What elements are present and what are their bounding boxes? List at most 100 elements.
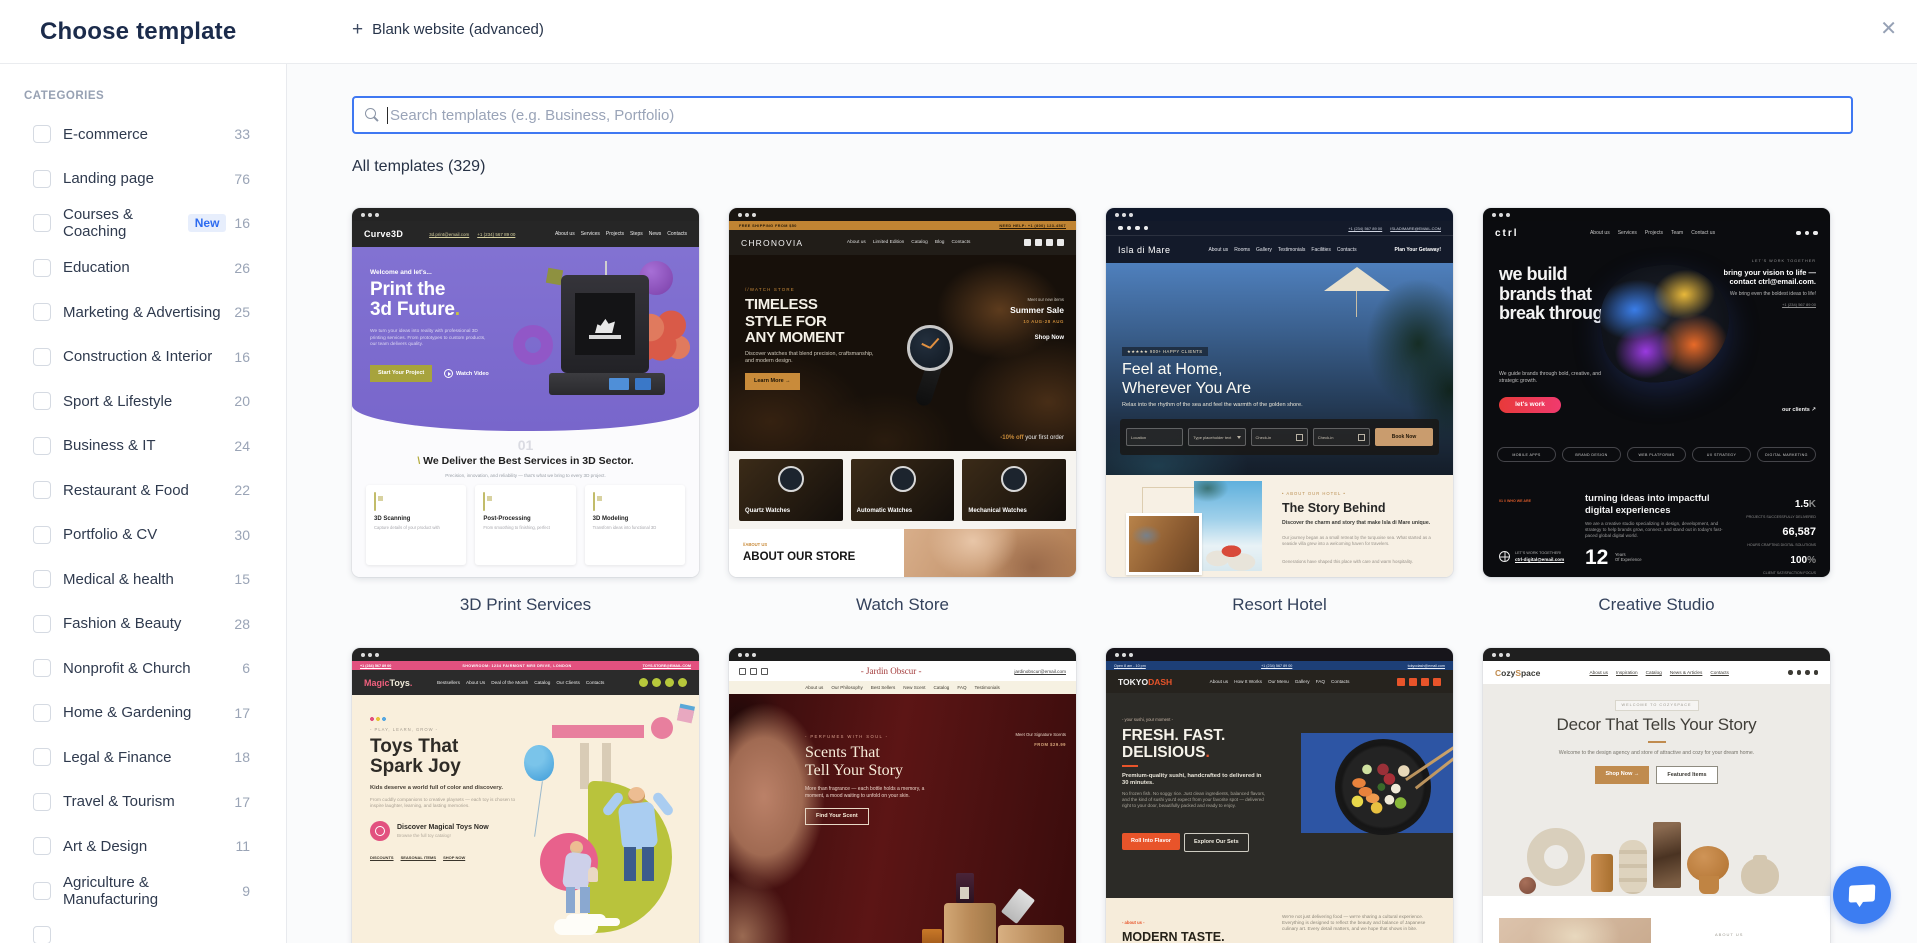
checkbox[interactable]	[33, 437, 51, 455]
booking-field-location: Location	[1126, 428, 1183, 446]
chat-widget-button[interactable]	[1833, 866, 1891, 924]
sidebar-item-fashion-beauty[interactable]: Fashion & Beauty28	[0, 602, 286, 647]
site-logo: CozySpace	[1495, 668, 1540, 678]
process-icon	[483, 492, 485, 511]
site-navbar: About usOur PhilosophyBest SellersNew Sc…	[729, 681, 1076, 694]
site-nav-links: About usServicesProjectsStepsNewsContact…	[555, 231, 687, 237]
template-cell: FREE SHIPPING FROM $50 NEED HELP: +1 (80…	[729, 208, 1076, 617]
decor-dots	[370, 717, 386, 721]
checkbox[interactable]	[33, 748, 51, 766]
hero-dark: //WATCH STORE TIMELESS STYLE FOR ANY MOM…	[729, 255, 1076, 451]
site-navbar: MagicToys. BestsellersAbout UsDeal of th…	[352, 670, 699, 695]
stat-satisfaction: 100% CLIENT SATISFACTION FOCUS	[1763, 549, 1816, 575]
template-card-3d-print-services[interactable]: Curve3D 3d.print@email.com +1 (234) 567 …	[352, 208, 699, 577]
sidebar-item-education[interactable]: Education26	[0, 246, 286, 291]
social-icons	[739, 668, 768, 675]
template-card-cozyspace[interactable]: CozySpace About usInspirationCatalogNews…	[1483, 648, 1830, 943]
book-now-button: Book Now	[1375, 428, 1433, 446]
sidebar-item-construction-interior[interactable]: Construction & Interior16	[0, 335, 286, 380]
template-card-resort-hotel[interactable]: +1 (234) 567 89 00 ISLADIMARE@EMAIL.COM …	[1106, 208, 1453, 577]
about-section: //ABOUT US ABOUT OUR STORE	[729, 529, 1076, 577]
hero-links: DISCOUNTSSEASONAL ITEMSSHOP NOW	[370, 855, 465, 860]
checkbox[interactable]	[33, 793, 51, 811]
sidebar-item-nonprofit-church[interactable]: Nonprofit & Church6	[0, 646, 286, 691]
blank-website-button[interactable]: + Blank website (advanced)	[352, 20, 544, 39]
template-grid: Curve3D 3d.print@email.com +1 (234) 567 …	[352, 208, 1830, 943]
template-title: 3D Print Services	[352, 593, 699, 617]
template-card-creative-studio[interactable]: ctrl About usServicesProjectsTeamContact…	[1483, 208, 1830, 577]
toy-icon	[370, 821, 390, 841]
checkbox[interactable]	[33, 392, 51, 410]
site-navbar: CHRONOVIA About usLimited EditionCatalog…	[729, 230, 1076, 255]
sidebar-item-restaurant-food[interactable]: Restaurant & Food22	[0, 468, 286, 513]
categories-sidebar: CATEGORIES E-commerce33 Landing page76 C…	[0, 64, 287, 943]
sidebar-item-art-design[interactable]: Art & Design11	[0, 824, 286, 869]
sidebar-item-marketing-advertising[interactable]: Marketing & Advertising25	[0, 290, 286, 335]
hero-heading: FRESH. FAST. DELISIOUS.	[1122, 727, 1225, 761]
sidebar-item-medical-health[interactable]: Medical & health15	[0, 557, 286, 602]
feature-card: Post-ProcessingFrom smoothing to finishi…	[475, 485, 575, 565]
checkbox[interactable]	[33, 259, 51, 277]
checkbox[interactable]	[33, 659, 51, 677]
checkbox[interactable]	[33, 704, 51, 722]
template-card-magictoys[interactable]: +1 (234) 567 89 00 SHOWROOM: 1234 FAIRMO…	[352, 648, 699, 943]
site-preview-ctrl: ctrl About usServicesProjectsTeamContact…	[1483, 221, 1830, 577]
checkbox[interactable]	[33, 837, 51, 855]
site-logo: TOKYODASH	[1118, 677, 1172, 687]
search-bar[interactable]	[352, 96, 1853, 134]
sidebar-item-travel-tourism[interactable]: Travel & Tourism17	[0, 780, 286, 825]
checkbox[interactable]	[33, 615, 51, 633]
close-icon[interactable]: ✕	[1880, 16, 1897, 41]
checkbox[interactable]	[33, 348, 51, 366]
browser-chrome	[352, 208, 699, 221]
template-title: Resort Hotel	[1106, 593, 1453, 617]
promo-bar: +1 (234) 567 89 00 SHOWROOM: 1234 FAIRMO…	[352, 661, 699, 670]
social-icons	[1397, 678, 1441, 686]
sidebar-item-partial[interactable]	[0, 913, 286, 943]
sidebar-item-landing-page[interactable]: Landing page76	[0, 157, 286, 202]
checkbox[interactable]	[33, 526, 51, 544]
template-cell: ctrl About usServicesProjectsTeamContact…	[1483, 208, 1830, 617]
checkbox[interactable]	[33, 303, 51, 321]
model-icon	[593, 492, 595, 511]
browser-chrome	[1106, 648, 1453, 661]
sidebar-item-ecommerce[interactable]: E-commerce33	[0, 112, 286, 157]
stat-hours: 66,587 HOURS CRAFTING DIGITAL SOLUTIONS	[1747, 521, 1816, 547]
blank-website-label: Blank website (advanced)	[372, 21, 544, 38]
service-pills: MOBILE APPSBRAND DESIGNWEB PLATFORMSUX S…	[1497, 447, 1816, 462]
checkbox[interactable]	[33, 214, 51, 232]
social-icons	[639, 678, 687, 687]
site-navbar: CozySpace About usInspirationCatalogNews…	[1483, 661, 1830, 684]
template-card-tokyodash[interactable]: Open 8 am - 10 pm +1 (234) 567 89 00 tok…	[1106, 648, 1453, 943]
template-card-watch-store[interactable]: FREE SHIPPING FROM $50 NEED HELP: +1 (80…	[729, 208, 1076, 577]
hero-toys: - PLAY, LEARN, GROW - Toys That Spark Jo…	[352, 695, 699, 943]
checkbox[interactable]	[33, 481, 51, 499]
header-navline: Isla di Mare About usRoomsGalleryTestimo…	[1106, 236, 1453, 263]
sidebar-item-sport-lifestyle[interactable]: Sport & Lifestyle20	[0, 379, 286, 424]
sidebar-item-agriculture-manufacturing[interactable]: Agriculture & Manufacturing9	[0, 869, 286, 914]
hero-perfume: - PERFUMES WITH SOUL - Scents That Tell …	[729, 694, 1076, 943]
social-icons	[1024, 239, 1064, 246]
sidebar-item-portfolio-cv[interactable]: Portfolio & CV30	[0, 513, 286, 558]
contact-panel: LET'S WORK TOGETHER bring your vision to…	[1704, 259, 1816, 307]
checkbox[interactable]	[33, 926, 51, 943]
template-card-jardin-obscur[interactable]: - Jardin Obscur - jardinobscur@email.com…	[729, 648, 1076, 943]
sidebar-item-home-gardening[interactable]: Home & Gardening17	[0, 691, 286, 736]
sidebar-item-business-it[interactable]: Business & IT24	[0, 424, 286, 469]
site-nav-links: About usOur PhilosophyBest SellersNew Sc…	[805, 685, 1000, 690]
browser-chrome	[352, 648, 699, 661]
hero-button-secondary: Explore Our Sets	[1184, 833, 1249, 852]
template-cell: Open 8 am - 10 pm +1 (234) 567 89 00 tok…	[1106, 648, 1453, 943]
checkbox[interactable]	[33, 570, 51, 588]
sidebar-item-courses-coaching[interactable]: Courses & CoachingNew16	[0, 201, 286, 246]
categories-heading: CATEGORIES	[24, 90, 286, 102]
template-cell: +1 (234) 567 89 00 SHOWROOM: 1234 FAIRMO…	[352, 648, 699, 943]
search-input[interactable]	[390, 98, 1851, 132]
checkbox[interactable]	[33, 882, 51, 900]
checkbox[interactable]	[33, 125, 51, 143]
sidebar-item-legal-finance[interactable]: Legal & Finance18	[0, 735, 286, 780]
site-nav-links: About usServicesProjectsTeamContact us	[1590, 230, 1715, 236]
site-preview-chronovia: FREE SHIPPING FROM $50 NEED HELP: +1 (80…	[729, 221, 1076, 577]
site-nav-links: About usHow It WorksOur MenuGalleryFAQCo…	[1210, 679, 1350, 684]
checkbox[interactable]	[33, 170, 51, 188]
